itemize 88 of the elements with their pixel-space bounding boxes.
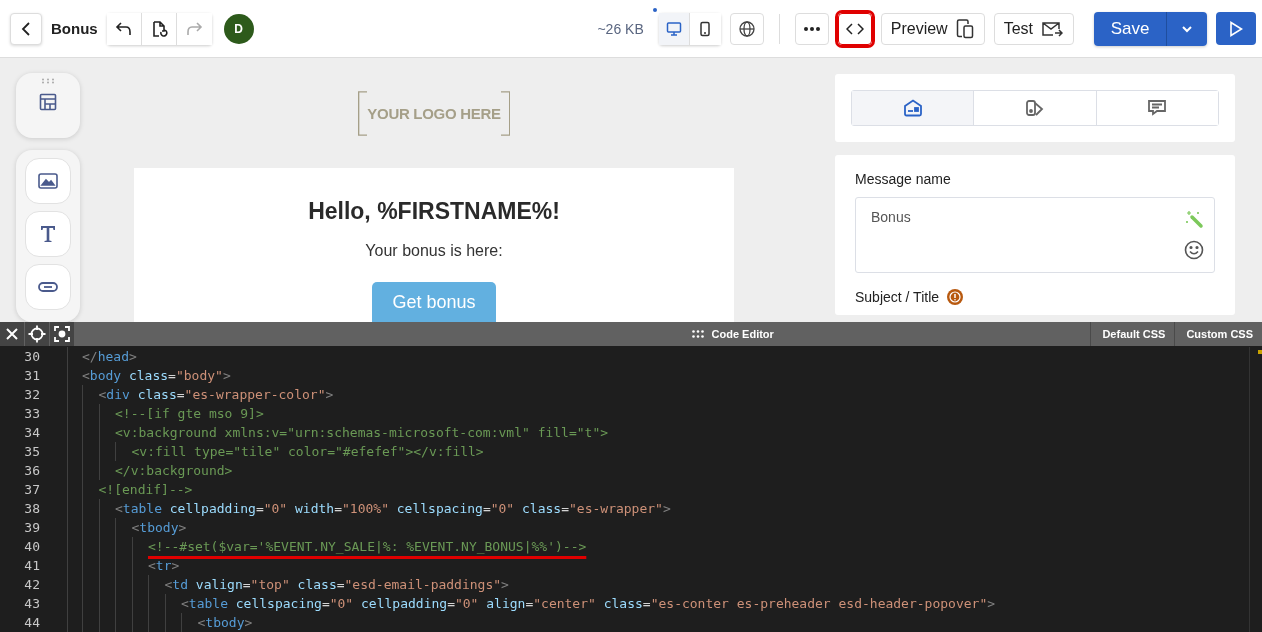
line-number: 41 — [23, 558, 40, 573]
line-number: 40 — [23, 539, 40, 554]
email-text: Your bonus is here: — [365, 242, 503, 260]
monitor-icon — [665, 20, 682, 37]
back-button[interactable] — [10, 12, 42, 45]
line-number: 36 — [23, 463, 40, 478]
close-icon — [6, 328, 18, 340]
send-button[interactable] — [1216, 12, 1256, 45]
save-options-button[interactable] — [1167, 11, 1207, 46]
message-name-label: Message name — [855, 171, 952, 187]
language-button[interactable] — [729, 12, 764, 45]
envelope-tab[interactable] — [852, 91, 975, 125]
line-number: 33 — [23, 406, 40, 421]
line-number: 42 — [23, 577, 40, 592]
text-icon — [40, 225, 56, 243]
message-name-field[interactable]: Bonus — [871, 209, 911, 272]
logo-text: YOUR LOGO HERE — [367, 105, 501, 122]
undo-icon — [114, 19, 133, 38]
focus-icon — [54, 326, 70, 342]
layout-icon — [39, 93, 57, 111]
mobile-view-button[interactable] — [689, 12, 721, 45]
line-number: 39 — [23, 520, 40, 535]
mail-send-icon — [1041, 20, 1063, 37]
line-number: 37 — [23, 482, 40, 497]
line-number: 30 — [23, 349, 40, 364]
message-title: Bonus — [51, 20, 98, 37]
line-number: 44 — [23, 615, 40, 630]
desktop-view-button[interactable] — [658, 12, 690, 45]
restore-button[interactable] — [141, 12, 177, 45]
play-icon — [1229, 20, 1243, 37]
emoji-icon[interactable] — [1184, 240, 1204, 260]
drag-handle-icon[interactable] — [41, 78, 55, 84]
code-line: </v:background> — [115, 463, 233, 478]
more-button[interactable] — [794, 12, 829, 45]
preview-button[interactable]: Preview — [880, 12, 985, 45]
redo-icon — [185, 19, 204, 38]
chevron-left-icon — [19, 20, 33, 37]
code-line: <body class="body"> — [82, 368, 231, 383]
email-size: ~26 KB — [597, 20, 644, 37]
image-icon — [38, 173, 58, 189]
drag-handle-icon[interactable] — [691, 330, 704, 338]
subject-label: Subject / Title — [855, 289, 940, 305]
code-line: <![endif]--> — [98, 482, 193, 497]
close-button[interactable] — [0, 322, 25, 346]
undo-button[interactable] — [106, 12, 142, 45]
code-line: <tr> — [148, 558, 180, 573]
save-button[interactable]: Save — [1094, 11, 1167, 46]
more-icon — [802, 25, 821, 32]
status-dot — [652, 7, 657, 12]
code-line: <v:fill type="tile" color="#efefef"></v:fill> — [131, 444, 484, 459]
test-button[interactable]: Test — [993, 12, 1074, 45]
structures-tool[interactable] — [16, 73, 80, 138]
crosshair-button[interactable] — [25, 322, 50, 346]
scrollbar[interactable] — [1249, 347, 1262, 632]
warning-icon — [947, 289, 964, 305]
editor-title: Code Editor — [711, 328, 774, 340]
button-block-button[interactable] — [25, 264, 71, 310]
line-number: 38 — [23, 501, 40, 516]
email-heading: Hello, %FIRSTNAME%! — [308, 198, 560, 225]
globe-icon — [737, 19, 756, 38]
text-block-button[interactable] — [25, 211, 71, 257]
code-icon — [845, 21, 864, 36]
code-line: <table cellspacing="0" cellpadding="0" align="center" class="es-conter es-preheader esd-header-popover"> — [181, 596, 996, 611]
code-line: <!--#set($var='%EVENT.NY_SALE|%: %EVENT.NY_BONUS|%%')--> — [148, 539, 587, 554]
code-line: <v:background xmlns:v="urn:schemas-microsoft-com:vml" fill="t"> — [115, 425, 609, 440]
code-line: </head> — [82, 349, 137, 364]
pill-icon — [38, 282, 58, 292]
code-line: <td valign="top" class="esd-email-paddings"> — [164, 577, 509, 592]
caret-icon — [1181, 24, 1193, 33]
code-line: <!--[if gte mso 9]> — [115, 406, 264, 421]
code-line: <tbody> — [131, 520, 187, 535]
line-number: 34 — [23, 425, 40, 440]
crosshair-icon — [28, 325, 46, 343]
devices-icon — [955, 18, 974, 39]
code-line: <table cellpadding="0" width="100%" cellspacing="0" class="es-wrapper"> — [115, 501, 671, 516]
line-number: 31 — [23, 368, 40, 383]
line-number: 43 — [23, 596, 40, 611]
code-button[interactable] — [837, 12, 872, 45]
line-number: 35 — [23, 444, 40, 459]
user-avatar[interactable]: D — [223, 13, 254, 44]
envelope-icon — [902, 99, 923, 117]
code-line: <tbody> — [197, 615, 253, 630]
image-block-button[interactable] — [25, 158, 71, 204]
code-line: <div class="es-wrapper-color"> — [98, 387, 334, 402]
chat-icon — [1147, 99, 1168, 117]
swatch-icon — [1025, 99, 1045, 117]
line-number: 32 — [23, 387, 40, 402]
focus-button[interactable] — [50, 322, 75, 346]
